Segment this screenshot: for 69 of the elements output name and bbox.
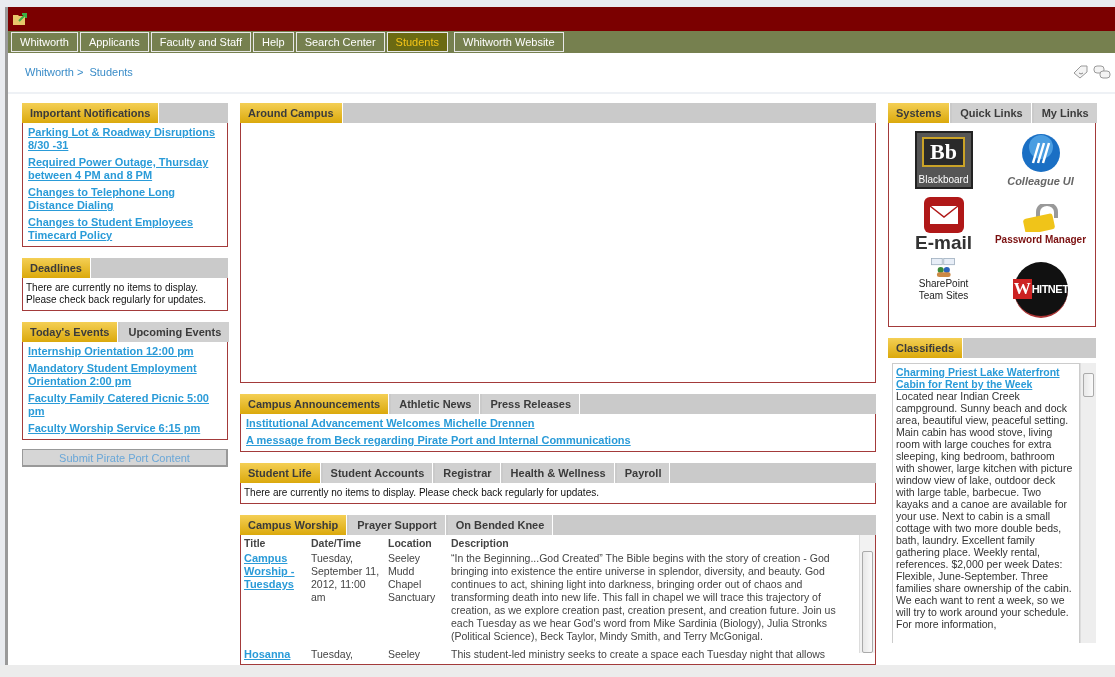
people-icon [930, 257, 957, 277]
email-link[interactable]: E-mail [915, 197, 972, 252]
tab[interactable]: Student Accounts [322, 463, 434, 483]
tab[interactable]: Upcoming Events [120, 322, 231, 342]
scrollbar[interactable] [1080, 363, 1096, 643]
nav-tab[interactable]: Applicants [79, 31, 149, 52]
notice-link[interactable]: Institutional Advancement Welcomes Michelle Drennen [246, 417, 871, 430]
tab[interactable]: Deadlines [22, 258, 91, 278]
tab[interactable]: Classifieds [888, 338, 964, 358]
colleague-link[interactable]: Colleague UI [1007, 132, 1074, 187]
folder-icon[interactable] [13, 12, 28, 26]
notice-link[interactable]: Changes to Telephone Long Distance Dialing [28, 186, 223, 212]
empty-message: There are currently no items to display. Please check back regularly for updates. [243, 486, 600, 500]
classified-link[interactable]: Charming Priest Lake Waterfront Cabin for Rent by the Week [896, 366, 1076, 390]
tab[interactable]: Campus Announcements [240, 394, 390, 414]
speech-bubbles-icon[interactable] [1093, 65, 1111, 80]
notice-link[interactable]: Changes to Student Employees Timecard Policy [28, 216, 223, 242]
table-cell: Seeley [388, 648, 421, 660]
tag-icon[interactable] [1073, 65, 1089, 80]
tab[interactable]: Payroll [616, 463, 671, 483]
notice-link[interactable]: Faculty Worship Service 6:15 pm [28, 422, 223, 435]
table-cell: Seeley Mudd Chapel Sanctuary [388, 552, 436, 603]
tab[interactable]: Health & Wellness [502, 463, 615, 483]
notice-link[interactable]: Faculty Family Catered Picnic 5:00 pm [28, 392, 223, 418]
table-cell: This student-led ministry seeks to create a space each Tuesday night that allows [451, 648, 826, 660]
column-header: Title [243, 536, 267, 550]
tab[interactable]: Athletic News [391, 394, 481, 414]
tab[interactable]: Important Notifications [22, 103, 160, 123]
notice-link[interactable]: Mandatory Student Employment Orientation 2:00 pm [28, 362, 223, 388]
table-cell: Tuesday, [311, 648, 354, 660]
nav-tab[interactable]: Help [253, 31, 294, 52]
classified-text: Located near Indian Creek campground. Sunny beach and dock area, beautiful view, peaceful setting. Main cabin has wood stove, living room with large couches for extra sleeping, king bedroom, bathroom with shower, large kitchen with picture window view of lake, outdoor deck with large table, barbecue. Two kayaks and a canoe are available for your use. Next to cabin is a small cottage with two more double beds, bath, laundry. Excellent family gathering place. Weekly rental, references. $2,000 per week Dates: Flexible, June-September. Three families share ownership of the cabin. We each want to rent a week, so we will try to work around your schedule. For more information, [896, 390, 1074, 630]
column-header: Date/Time [310, 536, 362, 550]
tab[interactable]: On Bended Knee [447, 515, 554, 535]
whitnet-logo[interactable]: WHITNET [1013, 261, 1068, 318]
tab[interactable]: Prayer Support [349, 515, 446, 535]
empty-message: There are currently no items to display. Please check back regularly for updates. [25, 281, 208, 307]
notice-link[interactable]: Parking Lot & Roadway Disruptions 8/30 -31 [28, 126, 223, 152]
nav-tab[interactable]: Search Center [295, 31, 385, 52]
globe-icon [1020, 132, 1061, 173]
table-cell: “In the Beginning...God Created” The Bible begins with the story of creation - God bringing into existence the entire universe in splendor, diversity, and beauty. God continues to act, shining light into darkness, bringing order out of chaos and transforming death into new life. This fall in chapel we will trace this trajectory of creation, as we explore creation past, creation present, and creation future. Join us each Tuesday as we hear God's word from Mike Sardinia (Biology), Julia Stronks (Political Science), Beck Taylor, Mindy Smith, and Terry McGonigal. [451, 552, 836, 642]
sharepoint-link[interactable]: SharePoint Team Sites [918, 257, 969, 301]
tab[interactable]: My Links [1033, 103, 1098, 123]
notice-link[interactable]: Internship Orientation 12:00 pm [28, 345, 223, 358]
tab[interactable]: Quick Links [952, 103, 1032, 123]
password-manager-link[interactable]: Password Manager [994, 204, 1087, 245]
tab[interactable]: Systems [888, 103, 951, 123]
tab[interactable]: Press Releases [482, 394, 581, 414]
notice-link[interactable]: Required Power Outage, Thursday between 4 PM and 8 PM [28, 156, 223, 182]
breadcrumb-link[interactable]: Whitworth > [25, 66, 84, 79]
tab[interactable]: Around Campus [240, 103, 343, 123]
table-cell: Tuesday, September 11, 2012, 11:00 am [311, 552, 380, 603]
nav-tab[interactable]: Whitworth [11, 31, 78, 52]
tab[interactable]: Student Life [240, 463, 321, 483]
breadcrumb-current: Students [89, 66, 133, 79]
blackboard-logo[interactable]: Bb Blackboard [914, 130, 973, 189]
column-header: Location [387, 536, 433, 550]
column-header: Description [450, 536, 510, 550]
notice-link[interactable]: A message from Beck regarding Pirate Port and Internal Communications [246, 434, 871, 447]
tab[interactable]: Campus Worship [240, 515, 348, 535]
event-link[interactable]: Hosanna [244, 648, 304, 661]
nav-tab[interactable]: Faculty and Staff [150, 31, 252, 52]
nav-tab[interactable]: Whitworth Website [454, 31, 564, 52]
nav-tab[interactable]: Students [386, 31, 448, 52]
scrollbar[interactable] [859, 535, 875, 653]
tab[interactable]: Today's Events [22, 322, 119, 342]
event-link[interactable]: Campus Worship - Tuesdays [244, 552, 304, 591]
envelope-icon [923, 197, 964, 233]
tab[interactable]: Registrar [435, 463, 501, 483]
